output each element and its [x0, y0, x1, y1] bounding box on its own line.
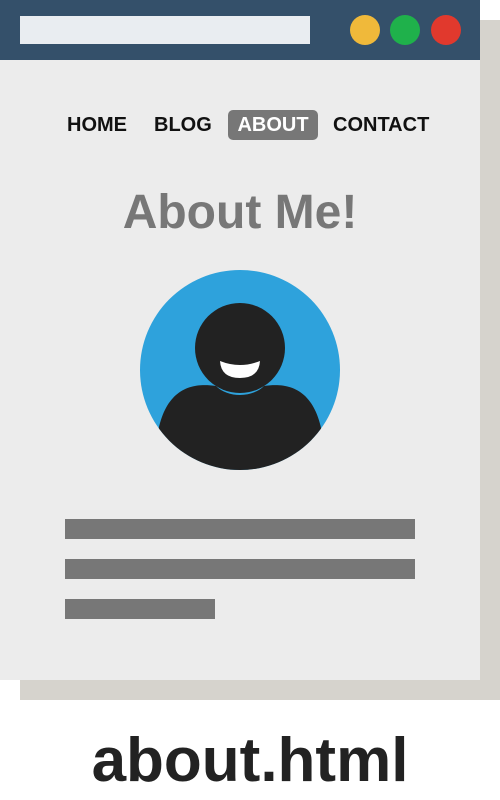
browser-window: HOME BLOG ABOUT CONTACT About Me!: [0, 0, 480, 680]
nav-menu: HOME BLOG ABOUT CONTACT: [0, 110, 480, 140]
illustration: HOME BLOG ABOUT CONTACT About Me! about.…: [0, 0, 500, 800]
file-name-caption: about.html: [91, 726, 409, 795]
text-placeholder-line: [65, 599, 215, 619]
text-placeholder-line: [65, 559, 415, 579]
nav-item-home[interactable]: HOME: [67, 110, 127, 140]
nav-item-about[interactable]: ABOUT: [228, 110, 318, 140]
minimize-button[interactable]: [350, 15, 380, 45]
text-placeholder-line: [65, 519, 415, 539]
maximize-button[interactable]: [390, 15, 420, 45]
nav-item-blog[interactable]: BLOG: [154, 110, 212, 140]
title-bar: [0, 0, 480, 60]
user-avatar-icon: [140, 270, 340, 470]
close-button[interactable]: [431, 15, 461, 45]
avatar-head: [195, 303, 285, 393]
avatar-body: [158, 385, 322, 470]
nav-item-contact[interactable]: CONTACT: [333, 110, 429, 140]
address-bar[interactable]: [20, 16, 310, 44]
page-title: About Me!: [122, 186, 358, 239]
